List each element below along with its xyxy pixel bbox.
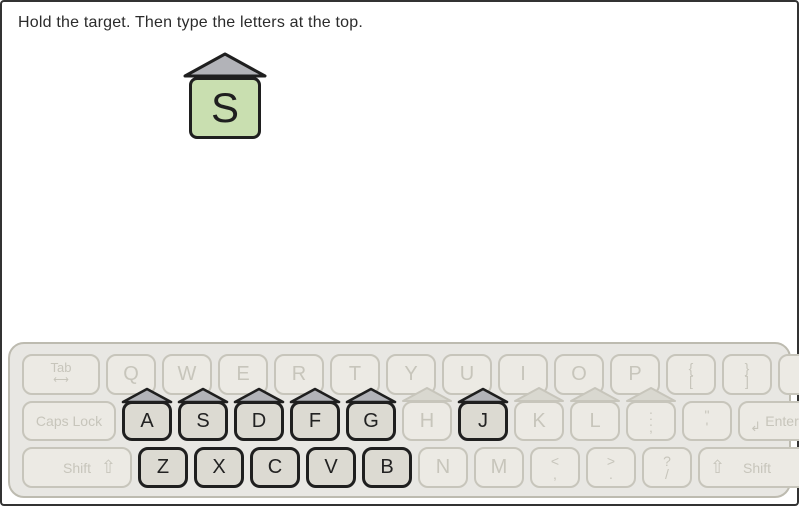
key-tab[interactable]: Tab ⟷	[22, 354, 100, 395]
home-roof-icon	[288, 386, 342, 404]
key-capslock[interactable]: Caps Lock	[22, 401, 116, 442]
key-label: Y	[404, 363, 417, 386]
key-label: R	[292, 363, 306, 386]
key-label: D	[252, 410, 266, 433]
home-roof-icon	[624, 385, 678, 403]
key-label: M	[491, 456, 508, 479]
keyboard-row-3: Shift ⇧ Z X C V B N M < , > . ? / ⇧	[22, 447, 777, 488]
key-label: C	[268, 456, 282, 479]
key-label: Enter	[765, 413, 798, 429]
key-m[interactable]: M	[474, 447, 524, 488]
key-label: L	[589, 410, 600, 433]
key-label: Shift	[63, 460, 91, 476]
key-s[interactable]: S	[178, 401, 228, 442]
lesson-frame: Hold the target. Then type the letters a…	[0, 0, 799, 506]
key-symbol-bot: ]	[724, 373, 770, 389]
key-label: G	[363, 410, 379, 433]
key-label: I	[520, 363, 526, 386]
key-bracket-right[interactable]: } ]	[722, 354, 772, 395]
key-label: W	[178, 363, 197, 386]
key-label: A	[140, 410, 153, 433]
key-g[interactable]: G	[346, 401, 396, 442]
key-label: O	[571, 363, 587, 386]
key-d[interactable]: D	[234, 401, 284, 442]
key-k[interactable]: K	[514, 401, 564, 442]
home-roof-icon	[176, 386, 230, 404]
key-label: U	[460, 363, 474, 386]
home-roof-icon	[344, 386, 398, 404]
key-a[interactable]: A	[122, 401, 172, 442]
key-label: T	[349, 363, 361, 386]
key-v[interactable]: V	[306, 447, 356, 488]
key-symbol-bot: .	[588, 466, 634, 482]
key-label: V	[324, 456, 337, 479]
key-symbol-bot: ,	[532, 466, 578, 482]
tab-icon: Tab ⟷	[51, 362, 72, 386]
key-symbol-bot: \	[780, 373, 799, 389]
key-label: P	[628, 363, 641, 386]
key-period[interactable]: > .	[586, 447, 636, 488]
key-shift-right[interactable]: ⇧ Shift	[698, 447, 799, 488]
instruction-text: Hold the target. Then type the letters a…	[18, 14, 363, 32]
key-quote[interactable]: " '	[682, 401, 732, 442]
home-roof-icon	[512, 385, 566, 403]
key-symbol-bot: /	[644, 466, 690, 482]
home-roof-icon	[120, 386, 174, 404]
key-label: K	[532, 410, 545, 433]
key-label: E	[236, 363, 249, 386]
key-enter[interactable]: Enter ↲	[738, 401, 799, 442]
home-roof-icon	[232, 386, 286, 404]
key-h[interactable]: H	[402, 401, 452, 442]
target-body: S	[189, 77, 261, 139]
key-label: X	[212, 456, 225, 479]
key-x[interactable]: X	[194, 447, 244, 488]
key-b[interactable]: B	[362, 447, 412, 488]
key-c[interactable]: C	[250, 447, 300, 488]
key-j[interactable]: J	[458, 401, 508, 442]
key-z[interactable]: Z	[138, 447, 188, 488]
key-label: Caps Lock	[36, 413, 102, 429]
key-label: Shift	[743, 460, 771, 476]
home-roof-icon	[568, 385, 622, 403]
key-shift-left[interactable]: Shift ⇧	[22, 447, 132, 488]
shift-up-icon: ⇧	[101, 457, 116, 478]
onscreen-keyboard: Tab ⟷ Q W E R T Y U I O P { [ } ] |	[8, 342, 791, 498]
key-f[interactable]: F	[290, 401, 340, 442]
house-roof-icon	[179, 50, 271, 80]
key-l[interactable]: L	[570, 401, 620, 442]
key-label: J	[478, 410, 488, 433]
enter-arrow-icon: ↲	[750, 419, 761, 435]
home-roof-icon	[400, 385, 454, 403]
key-comma[interactable]: < ,	[530, 447, 580, 488]
key-n[interactable]: N	[418, 447, 468, 488]
key-symbol-bot: ;	[628, 419, 674, 435]
key-label: Q	[123, 363, 139, 386]
home-roof-icon	[456, 386, 510, 404]
key-label: F	[309, 410, 321, 433]
key-label: S	[196, 410, 209, 433]
shift-up-icon: ⇧	[710, 457, 725, 478]
key-symbol-bot: '	[684, 419, 730, 435]
key-label: Z	[157, 456, 169, 479]
key-backslash[interactable]: | \	[778, 354, 799, 395]
key-label: N	[436, 456, 450, 479]
target-house[interactable]: S	[180, 50, 270, 142]
target-letter: S	[211, 84, 239, 132]
key-semicolon[interactable]: : ;	[626, 401, 676, 442]
key-slash[interactable]: ? /	[642, 447, 692, 488]
keyboard-row-2: Caps Lock A S D F G	[22, 401, 777, 442]
key-label: H	[420, 410, 434, 433]
key-label: B	[380, 456, 393, 479]
